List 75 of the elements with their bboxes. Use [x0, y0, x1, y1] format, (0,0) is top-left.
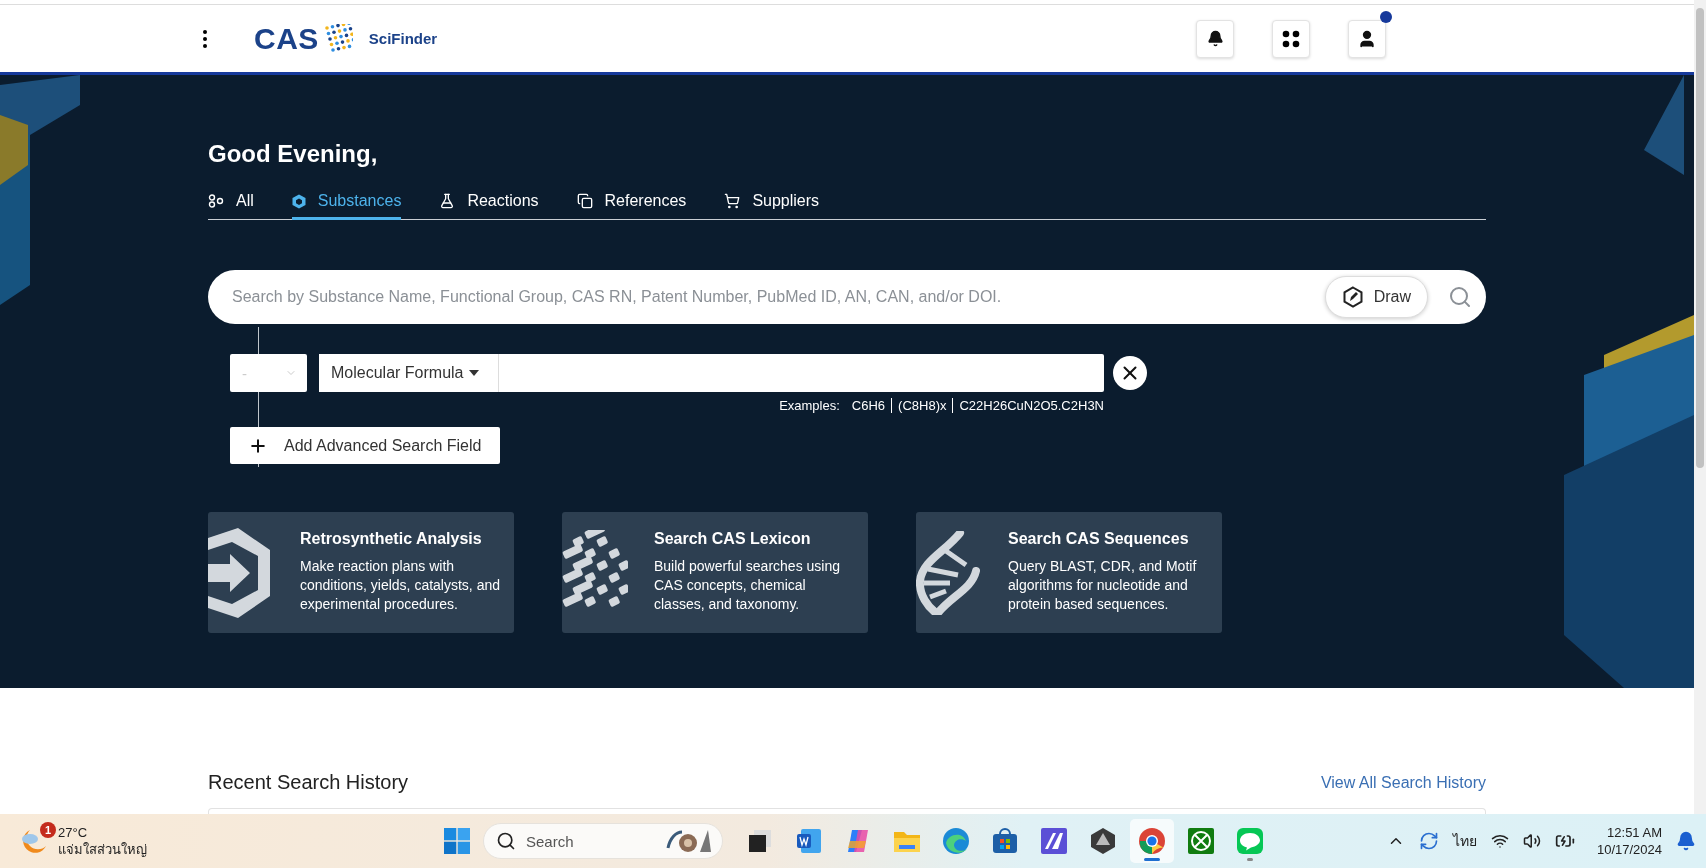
greeting: Good Evening,	[208, 140, 379, 168]
temperature: 27°C	[58, 824, 89, 841]
apps-button[interactable]	[1272, 19, 1310, 58]
document-app-icon	[795, 827, 823, 855]
example-formula: C6H6	[850, 398, 887, 413]
hexagon-icon	[291, 193, 306, 209]
weather-widget[interactable]: 1 27°C แจ่มใสส่วนใหญ่	[20, 824, 444, 858]
card-title: Search CAS Sequences	[1008, 530, 1190, 548]
examples-label: Examples:	[779, 398, 840, 413]
taskbar-search-field[interactable]: Search	[483, 823, 723, 859]
notifications-button[interactable]	[1196, 19, 1234, 58]
scrollbar[interactable]	[1694, 0, 1706, 814]
card-title: Retrosynthetic Analysis	[300, 530, 483, 548]
add-field-button[interactable]: Add Advanced Search Field	[230, 427, 500, 464]
document-icon	[576, 193, 593, 209]
draw-button[interactable]: Draw	[1324, 276, 1428, 318]
windows-start-icon[interactable]	[444, 828, 470, 854]
search-button[interactable]	[1448, 285, 1472, 309]
gem-icon	[1089, 827, 1117, 855]
card-title: Search CAS Lexicon	[654, 530, 812, 548]
xbox-icon	[1187, 827, 1215, 855]
volume-icon[interactable]	[1522, 832, 1541, 850]
wifi-icon[interactable]	[1490, 832, 1509, 850]
feature-card[interactable]: Retrosynthetic Analysis Make reaction plans with conditions, yields, catalysts, and experimental procedures.	[208, 512, 514, 633]
date: 10/17/2024	[1596, 841, 1662, 858]
vertical-dots-icon	[203, 29, 207, 48]
card-description: Make reaction plans with conditions, yields, catalysts, and experimental procedures.	[300, 557, 501, 614]
notifications-icon[interactable]	[1676, 831, 1696, 851]
card-description: Build powerful searches using CAS concepts, chemical classes, and taxonomy.	[654, 557, 841, 614]
search-tab[interactable]: Substances	[291, 186, 402, 220]
time: 12:51 AM	[1607, 824, 1662, 841]
search-icon	[496, 831, 516, 851]
hexagon-arrow-icon	[208, 527, 270, 618]
search-field[interactable]: Search by Substance Name, Functional Group, CAS RN, Patent Number, PubMed ID, AN, CAN, and/or DOI. Draw	[208, 270, 1486, 324]
flask-icon	[439, 193, 456, 209]
cart-icon	[724, 193, 741, 209]
logo-text: CAS	[254, 21, 319, 56]
logo-dots-icon	[322, 23, 353, 54]
wave-circle-icon	[942, 827, 970, 855]
bell-icon	[1206, 30, 1224, 47]
example-formula: C22H26CuN2O5.C2H3N	[952, 398, 1104, 413]
account-button[interactable]	[1348, 19, 1386, 58]
section-title: Recent Search History	[208, 771, 409, 794]
search-tab[interactable]: Suppliers	[724, 186, 820, 220]
circles-icon	[208, 194, 224, 208]
stacked-windows-icon	[747, 828, 773, 854]
view-all-link[interactable]: View All Search History	[1320, 773, 1486, 792]
slash-app-icon	[1040, 827, 1068, 855]
clear-button[interactable]	[1113, 356, 1147, 390]
hexagon-pencil-icon	[1341, 286, 1364, 308]
feature-card[interactable]: Search CAS Sequences Query BLAST, CDR, and Motif algorithms for nucleotide and protein based sequences.	[916, 512, 1222, 633]
chat-bubble-icon	[1236, 827, 1264, 855]
weather-condition: แจ่มใสส่วนใหญ่	[58, 841, 147, 858]
card-description: Query BLAST, CDR, and Motif algorithms for nucleotide and protein based sequences.	[1008, 557, 1198, 614]
four-dots-icon	[1282, 29, 1300, 48]
feature-card[interactable]: Search CAS Lexicon Build powerful searches using CAS concepts, chemical classes, and taxonomy.	[562, 512, 868, 633]
person-icon	[1357, 28, 1377, 49]
caret-icon	[469, 370, 480, 376]
helix-icon	[916, 530, 980, 615]
search-tab[interactable]: Reactions	[439, 186, 539, 220]
notification-badge: 1	[40, 822, 56, 838]
shell-drawing	[666, 828, 712, 854]
sync-icon[interactable]	[1418, 831, 1439, 851]
field-dropdown[interactable]: Molecular Formula	[319, 354, 499, 392]
search-tab[interactable]: All	[208, 186, 254, 220]
formula-field[interactable]: Molecular Formula	[319, 354, 1104, 392]
search-tab[interactable]: References	[576, 186, 687, 220]
search-placeholder: Search	[526, 832, 575, 850]
product-name: SciFinder	[368, 30, 438, 47]
search-icon	[1448, 285, 1472, 309]
shopping-bag-icon	[991, 827, 1019, 855]
example-formula: (C8H8)x	[891, 398, 953, 413]
input-language[interactable]: ไทย	[1452, 830, 1477, 852]
chrome-icon	[1138, 827, 1166, 855]
clock[interactable]: 12:51 AM 10/17/2024	[1596, 824, 1662, 858]
